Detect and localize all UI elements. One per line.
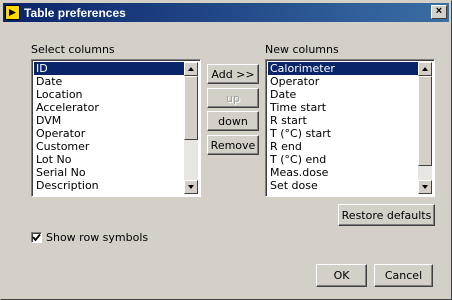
scroll-up-icon bbox=[422, 67, 428, 71]
list-item[interactable]: Operator bbox=[268, 75, 418, 88]
new-columns-items: Calorimeter Operator Date Time start R start… bbox=[268, 62, 418, 194]
ok-button[interactable]: OK bbox=[316, 264, 367, 287]
list-item[interactable]: DVM bbox=[34, 114, 184, 127]
list-item[interactable]: R start bbox=[268, 114, 418, 127]
list-item[interactable]: Serial No bbox=[34, 166, 184, 179]
list-item[interactable]: Meas.dose bbox=[268, 166, 418, 179]
list-item[interactable]: ID bbox=[34, 62, 184, 75]
select-columns-scrollbar[interactable] bbox=[184, 62, 198, 194]
scroll-down-icon bbox=[422, 185, 428, 189]
list-item[interactable]: Date bbox=[34, 75, 184, 88]
scroll-down-button[interactable] bbox=[184, 180, 198, 194]
list-item[interactable]: T (°C) end bbox=[268, 153, 418, 166]
select-columns-label: Select columns bbox=[31, 43, 115, 56]
up-button[interactable]: up bbox=[207, 88, 259, 108]
select-columns-items: ID Date Location Accelerator DVM Operator Cust… bbox=[34, 62, 184, 194]
list-item[interactable]: Description bbox=[34, 179, 184, 192]
list-item[interactable]: Operator bbox=[34, 127, 184, 140]
app-icon bbox=[5, 5, 20, 20]
add-button[interactable]: Add >> bbox=[207, 64, 259, 84]
new-columns-scrollbar[interactable] bbox=[418, 62, 432, 194]
list-item[interactable]: Set dose bbox=[268, 179, 418, 192]
scroll-thumb[interactable] bbox=[418, 76, 432, 166]
down-button[interactable]: down bbox=[207, 111, 259, 131]
restore-defaults-button[interactable]: Restore defaults bbox=[338, 204, 435, 226]
list-item[interactable]: Lot No bbox=[34, 153, 184, 166]
checkmark-icon bbox=[32, 233, 41, 242]
list-item[interactable]: Time start bbox=[268, 101, 418, 114]
cancel-button[interactable]: Cancel bbox=[374, 264, 433, 287]
scroll-up-icon bbox=[188, 67, 194, 71]
scroll-down-button[interactable] bbox=[418, 180, 432, 194]
show-row-symbols-label: Show row symbols bbox=[46, 231, 149, 244]
title-bar[interactable]: Table preferences × bbox=[3, 3, 449, 22]
scroll-up-button[interactable] bbox=[184, 62, 198, 76]
list-item[interactable]: T (°C) start bbox=[268, 127, 418, 140]
show-row-symbols-checkbox[interactable] bbox=[31, 232, 42, 243]
new-columns-label: New columns bbox=[265, 43, 339, 56]
list-item[interactable]: Customer bbox=[34, 140, 184, 153]
list-item[interactable]: Location bbox=[34, 88, 184, 101]
list-item[interactable]: Calorimeter bbox=[268, 62, 418, 75]
window-title: Table preferences bbox=[24, 5, 126, 20]
scroll-down-icon bbox=[188, 185, 194, 189]
list-item[interactable]: Date bbox=[268, 88, 418, 101]
list-item[interactable]: Accelerator bbox=[34, 101, 184, 114]
scroll-up-button[interactable] bbox=[418, 62, 432, 76]
list-item[interactable]: R end bbox=[268, 140, 418, 153]
table-preferences-dialog: Table preferences × Select columns ID Dat… bbox=[0, 0, 452, 300]
select-columns-listbox[interactable]: ID Date Location Accelerator DVM Operator Cust… bbox=[31, 59, 201, 197]
new-columns-listbox[interactable]: Calorimeter Operator Date Time start R start… bbox=[265, 59, 435, 197]
remove-button[interactable]: Remove bbox=[207, 135, 259, 155]
scroll-thumb[interactable] bbox=[184, 76, 198, 140]
close-button[interactable]: × bbox=[431, 5, 447, 19]
